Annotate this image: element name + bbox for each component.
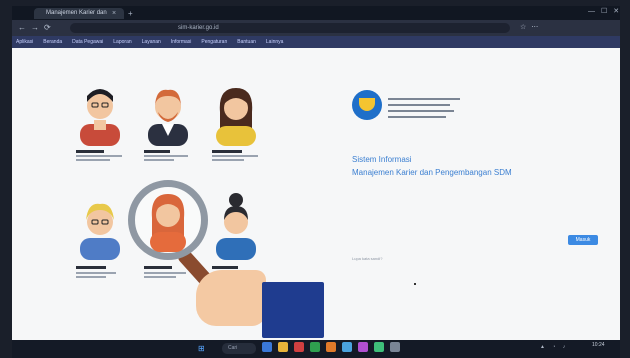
windows-start-icon[interactable]: ⊞ [198, 344, 205, 353]
window-controls[interactable]: —☐✕ [588, 7, 625, 15]
bookmark-item[interactable]: Laporan [113, 37, 131, 47]
app-icon[interactable] [262, 342, 272, 352]
system-tray[interactable]: ▲ ◔ ♪ [540, 344, 568, 350]
app-icon[interactable] [358, 342, 368, 352]
avatar-subcaption [76, 272, 116, 274]
avatar-subcaption [144, 276, 176, 278]
avatar-subcaption [144, 159, 174, 161]
browser-icon[interactable] [374, 342, 384, 352]
bookmark-item[interactable]: Data Pegawai [72, 37, 103, 47]
page-subtitle: Manajemen Karier dan Pengembangan SDM [352, 168, 512, 177]
tab-title: Manajemen Karier dan Pengembangan SDM [46, 10, 108, 16]
login-button[interactable]: Masuk [568, 235, 598, 245]
mouse-cursor [414, 283, 416, 285]
bookmark-item[interactable]: Informasi [171, 37, 192, 47]
bookmark-item[interactable]: Lainnya [266, 37, 284, 47]
tab-close-icon[interactable]: × [112, 8, 116, 19]
taskbar-search[interactable]: Cari [222, 343, 256, 354]
taskbar-clock[interactable]: 10:24 [592, 342, 605, 348]
navigation-icons[interactable]: ←→⟳ [18, 22, 56, 34]
org-name-line [388, 104, 450, 106]
app-icon[interactable] [326, 342, 336, 352]
taskbar-apps [262, 342, 400, 352]
avatar-man-red-hair [148, 89, 188, 146]
avatar-subcaption [212, 159, 244, 161]
bookmark-item[interactable]: Aplikasi [16, 37, 33, 47]
page-title: Sistem Informasi [352, 155, 412, 164]
url-input[interactable] [70, 23, 510, 33]
avatar-caption [144, 266, 172, 269]
app-icon[interactable] [294, 342, 304, 352]
url-text: sim-karier.go.id [178, 25, 219, 31]
app-icon[interactable] [310, 342, 320, 352]
avatar-woman-bun [216, 193, 256, 260]
avatar-subcaption [76, 159, 110, 161]
folder-icon[interactable] [278, 342, 288, 352]
bookmark-item[interactable]: Pengaturan [201, 37, 227, 47]
extension-icons[interactable]: ☆⋯ [520, 22, 543, 34]
avatar-blonde-person [80, 203, 120, 260]
org-name-line [388, 98, 460, 100]
org-name-line [388, 110, 454, 112]
avatar-caption [212, 266, 238, 269]
avatar-subcaption [76, 155, 122, 157]
hand-illustration [196, 270, 266, 326]
avatar-magnified-woman [150, 194, 186, 252]
bookmark-item[interactable]: Beranda [43, 37, 62, 47]
avatar-woman-yellow [216, 88, 256, 146]
avatar-subcaption [144, 272, 186, 274]
avatar-subcaption [76, 276, 106, 278]
avatar-caption [76, 150, 104, 153]
bookmark-item[interactable]: Bantuan [237, 37, 256, 47]
app-icon[interactable] [390, 342, 400, 352]
avatar-caption [144, 150, 170, 153]
avatar-man-red-jacket [80, 89, 120, 146]
org-name-line [388, 116, 446, 118]
sleeve-illustration [262, 282, 324, 338]
forgot-password-link[interactable]: Lupa kata sandi? [352, 256, 382, 261]
bookmark-list: Aplikasi Beranda Data Pegawai Laporan La… [16, 37, 283, 47]
avatar-caption [212, 150, 242, 153]
app-icon[interactable] [342, 342, 352, 352]
avatar-subcaption [212, 155, 258, 157]
avatar-subcaption [144, 155, 188, 157]
bookmark-item[interactable]: Layanan [142, 37, 161, 47]
new-tab-button[interactable]: + [128, 8, 133, 19]
avatar-caption [76, 266, 106, 269]
